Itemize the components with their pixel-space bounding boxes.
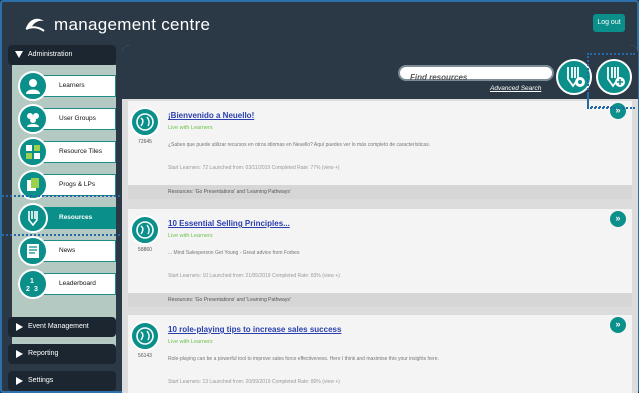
sidebar-section-settings[interactable]: Settings <box>8 371 116 391</box>
resource-description: ... Mind Salesperson Get Young - Great a… <box>168 250 300 256</box>
news-icon <box>18 236 48 266</box>
sidebar-item-label: Progs & LPs <box>40 174 116 196</box>
sidebar-section-label: Reporting <box>28 350 59 357</box>
highlight-guide <box>2 234 120 236</box>
sidebar-item-label: Learners <box>40 75 116 97</box>
logo-icon <box>25 18 45 32</box>
resource-card: 58860 10 Essential Selling Principles...… <box>128 209 632 307</box>
sidebar-item-label: User Groups <box>40 108 116 130</box>
resource-footer: Resources: 'Go Presentations' and 'Learn… <box>128 293 632 307</box>
svg-text:1: 1 <box>30 278 34 285</box>
resource-title-link[interactable]: 10 Essential Selling Principles... <box>168 219 290 228</box>
open-resource-button[interactable]: » <box>610 211 626 227</box>
search-box <box>398 65 554 84</box>
chevron-right-icon <box>16 323 23 331</box>
resources-icon <box>18 203 48 233</box>
leaderboard-icon: 123 <box>18 269 48 299</box>
search-input[interactable] <box>400 71 552 84</box>
sidebar-section-label: Event Management <box>28 323 89 330</box>
view-count: 72645 <box>138 139 152 145</box>
resource-description: Role-playing can be a powerful tool to i… <box>168 356 439 362</box>
admin-panel: Learners User Groups Resource Tiles Prog… <box>12 65 116 353</box>
svg-text:2: 2 <box>26 286 30 292</box>
app-title: management centre <box>54 15 211 34</box>
globe-icon <box>130 321 160 351</box>
sidebar: Administration Learners User Groups Reso… <box>8 45 118 393</box>
highlight-guide <box>587 94 589 108</box>
tiles-icon <box>18 137 48 167</box>
svg-text:3: 3 <box>34 286 38 292</box>
resource-title-link[interactable]: 10 role-playing tips to increase sales s… <box>168 325 341 334</box>
sidebar-section-administration[interactable]: Administration <box>8 45 116 65</box>
toolbar: Advanced Search <box>122 45 638 99</box>
resource-footer: Resources: 'Go Presentations' and 'Learn… <box>128 185 632 199</box>
sidebar-section-reporting[interactable]: Reporting <box>8 344 116 364</box>
resource-meta: Start Learners: 13 Launched from: 20/09/… <box>168 379 340 385</box>
view-count: 56143 <box>138 353 152 359</box>
learner-icon <box>18 71 48 101</box>
sidebar-section-event-management[interactable]: Event Management <box>8 317 116 337</box>
resource-status: Live with Learners <box>168 339 213 345</box>
sidebar-item-news[interactable]: News <box>18 236 118 266</box>
chevron-right-icon <box>16 350 23 358</box>
resource-status: Live with Learners <box>168 233 213 239</box>
resource-description: ¿Sabes que puede utilizar recursos en ot… <box>168 142 431 148</box>
sidebar-item-resource-tiles[interactable]: Resource Tiles <box>18 137 118 167</box>
highlight-guide <box>587 106 613 108</box>
view-count: 58860 <box>138 247 152 253</box>
sidebar-item-learners[interactable]: Learners <box>18 71 118 101</box>
resource-meta: Start Learners: 72 Launched from: 03/11/… <box>168 165 340 171</box>
sidebar-item-label: Resources <box>40 207 116 229</box>
logout-button[interactable]: Log out <box>593 14 625 32</box>
header: management centre Log out <box>6 6 637 42</box>
open-resource-button[interactable]: » <box>610 317 626 333</box>
resource-card: 72645 ¡Bienvenido a Neuello! Live with L… <box>128 101 632 199</box>
sidebar-item-resources[interactable]: Resources <box>18 203 118 233</box>
sidebar-section-label: Administration <box>28 51 73 58</box>
app-frame: management centre Log out Administration… <box>0 0 639 393</box>
sidebar-section-label: Settings <box>28 377 54 384</box>
advanced-search-link[interactable]: Advanced Search <box>490 85 541 92</box>
sidebar-item-leaderboard[interactable]: Leaderboard 123 <box>18 269 118 299</box>
resource-meta: Start Learners: 10 Launched from: 21/05/… <box>168 273 340 279</box>
resource-settings-icon <box>567 67 585 88</box>
chevron-down-icon <box>15 51 23 58</box>
chevron-right-icon <box>16 377 23 385</box>
globe-icon <box>130 107 160 137</box>
sidebar-item-label: News <box>40 240 116 262</box>
resource-title-link[interactable]: ¡Bienvenido a Neuello! <box>168 111 254 120</box>
main-panel: Advanced Search 72645 ¡Bienvenido a Neue… <box>122 45 638 393</box>
highlight-guide <box>2 195 120 197</box>
globe-icon <box>130 215 160 245</box>
sidebar-item-label: Leaderboard <box>40 273 116 295</box>
resource-card: 56143 10 role-playing tips to increase s… <box>128 315 632 393</box>
sidebar-item-label: Resource Tiles <box>40 141 116 163</box>
users-icon <box>18 104 48 134</box>
highlight-guide <box>587 53 635 109</box>
sidebar-item-user-groups[interactable]: User Groups <box>18 104 118 134</box>
resource-status: Live with Learners <box>168 125 213 131</box>
